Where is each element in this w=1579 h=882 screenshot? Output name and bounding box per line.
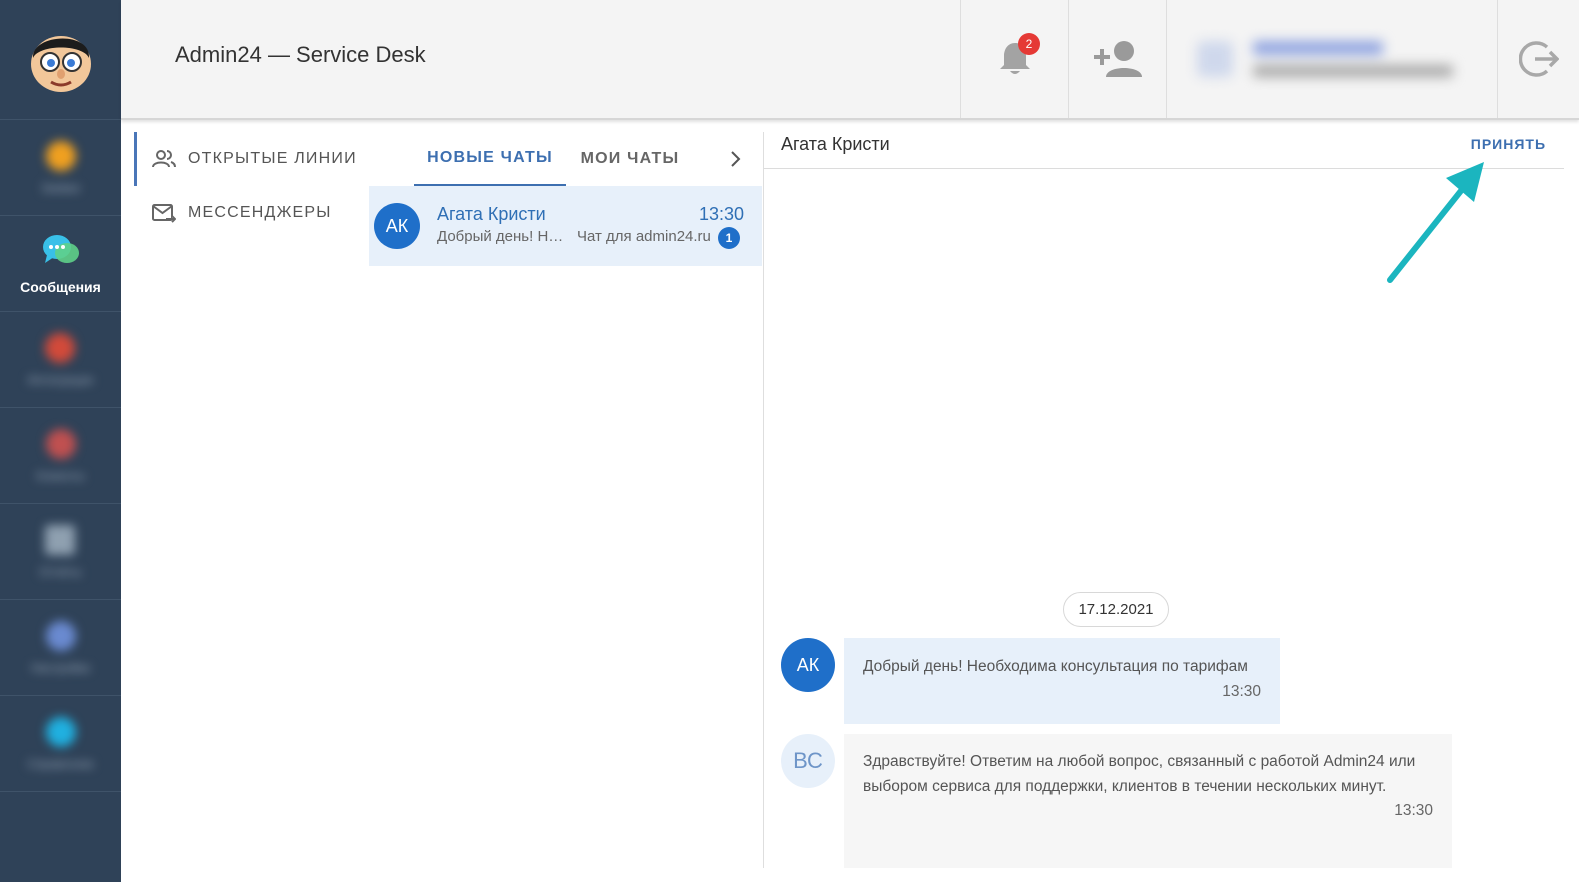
- message-text: Здравствуйте! Ответим на любой вопрос, с…: [863, 753, 1416, 795]
- chat-bubbles-icon: [42, 234, 79, 263]
- sidebar-item-tickets[interactable]: Заявки: [0, 120, 121, 216]
- date-separator: 17.12.2021: [1063, 592, 1169, 627]
- chevron-right-icon[interactable]: [728, 149, 742, 174]
- logout-button[interactable]: [1497, 0, 1579, 118]
- add-user-icon: [1093, 41, 1142, 77]
- chat-contact-name: Агата Кристи: [437, 204, 546, 224]
- clients-icon: [45, 428, 76, 459]
- mascot-logo-icon: [30, 35, 91, 92]
- avatar: ВС: [781, 734, 835, 788]
- sidebar-item-messages[interactable]: Сообщения: [0, 216, 121, 312]
- logout-icon: [1518, 41, 1559, 77]
- page-title: Admin24 — Service Desk: [175, 42, 426, 67]
- nav-open-lines-label: ОТКРЫТЫЕ ЛИНИИ: [188, 150, 357, 167]
- sidebar-item-settings[interactable]: Настройки: [0, 600, 121, 696]
- sidebar-logo[interactable]: [0, 0, 121, 120]
- nav-messengers-label: МЕССЕНДЖЕРЫ: [188, 204, 332, 221]
- sidebar-item-reports[interactable]: Отчёты: [0, 504, 121, 600]
- sidebar-item-integrations[interactable]: Интеграции: [0, 312, 121, 408]
- annotation-arrow-icon: [1387, 162, 1484, 283]
- tab-new-chats[interactable]: НОВЫЕ ЧАТЫ: [414, 132, 566, 186]
- unread-badge: 1: [718, 227, 740, 249]
- directory-icon: [45, 716, 76, 747]
- notifications-badge: 2: [1018, 33, 1040, 55]
- nav-messengers[interactable]: МЕССЕНДЖЕРЫ: [134, 186, 369, 240]
- message-bubble-incoming: Добрый день! Необходима консультация по …: [844, 638, 1280, 724]
- chat-contact-title: Агата Кристи: [781, 134, 890, 154]
- chat-tabs: НОВЫЕ ЧАТЫ МОИ ЧАТЫ: [369, 132, 762, 186]
- message-time: 13:30: [1222, 683, 1261, 700]
- sidebar-item-clients[interactable]: Клиенты: [0, 408, 121, 504]
- tab-my-chats[interactable]: МОИ ЧАТЫ: [576, 132, 684, 186]
- channel-nav: ОТКРЫТЫЕ ЛИНИИ МЕССЕНДЖЕРЫ: [134, 132, 369, 240]
- chat-preview: Добрый день! Необходима консультация по …: [437, 228, 567, 245]
- user-profile[interactable]: [1166, 0, 1497, 118]
- sidebar-item-label: Настройки: [31, 660, 90, 675]
- sidebar-item-label: Сообщения: [20, 278, 101, 295]
- message-bubble-outgoing: Здравствуйте! Ответим на любой вопрос, с…: [844, 734, 1452, 868]
- reports-icon: [45, 524, 76, 555]
- top-header: Admin24 — Service Desk 2: [121, 0, 1579, 120]
- nav-open-lines[interactable]: ОТКРЫТЫЕ ЛИНИИ: [134, 132, 369, 186]
- integrations-icon: [45, 332, 76, 363]
- sidebar-item-label: Отчёты: [39, 564, 82, 579]
- chat-list-panel: НОВЫЕ ЧАТЫ МОИ ЧАТЫ АК Агата Кристи 13:3…: [369, 132, 762, 882]
- notifications-button[interactable]: 2: [960, 0, 1068, 118]
- sidebar-item-label: Заявки: [41, 180, 80, 195]
- sidebar-item-label: Интеграции: [27, 372, 94, 387]
- users-icon: [152, 149, 176, 169]
- settings-icon: [45, 620, 76, 651]
- message-time: 13:30: [1394, 802, 1433, 819]
- sidebar-item-directory[interactable]: Справочник: [0, 696, 121, 792]
- chat-line-name: Чат для admin24.ru: [577, 228, 711, 245]
- avatar: АК: [374, 203, 420, 249]
- add-user-button[interactable]: [1068, 0, 1166, 118]
- sidebar-item-label: Клиенты: [36, 468, 85, 483]
- mail-forward-icon: [152, 203, 176, 223]
- message-text: Добрый день! Необходима консультация по …: [863, 658, 1248, 675]
- avatar: АК: [781, 638, 835, 692]
- avatar: [1197, 41, 1233, 77]
- tickets-icon: [45, 140, 76, 171]
- chat-list-item[interactable]: АК Агата Кристи 13:30 Добрый день! Необх…: [369, 186, 762, 266]
- sidebar: Заявки Сообщения Интеграции Клиенты Отчё…: [0, 0, 121, 882]
- sidebar-item-label: Справочник: [27, 756, 94, 771]
- chat-time: 13:30: [698, 204, 744, 224]
